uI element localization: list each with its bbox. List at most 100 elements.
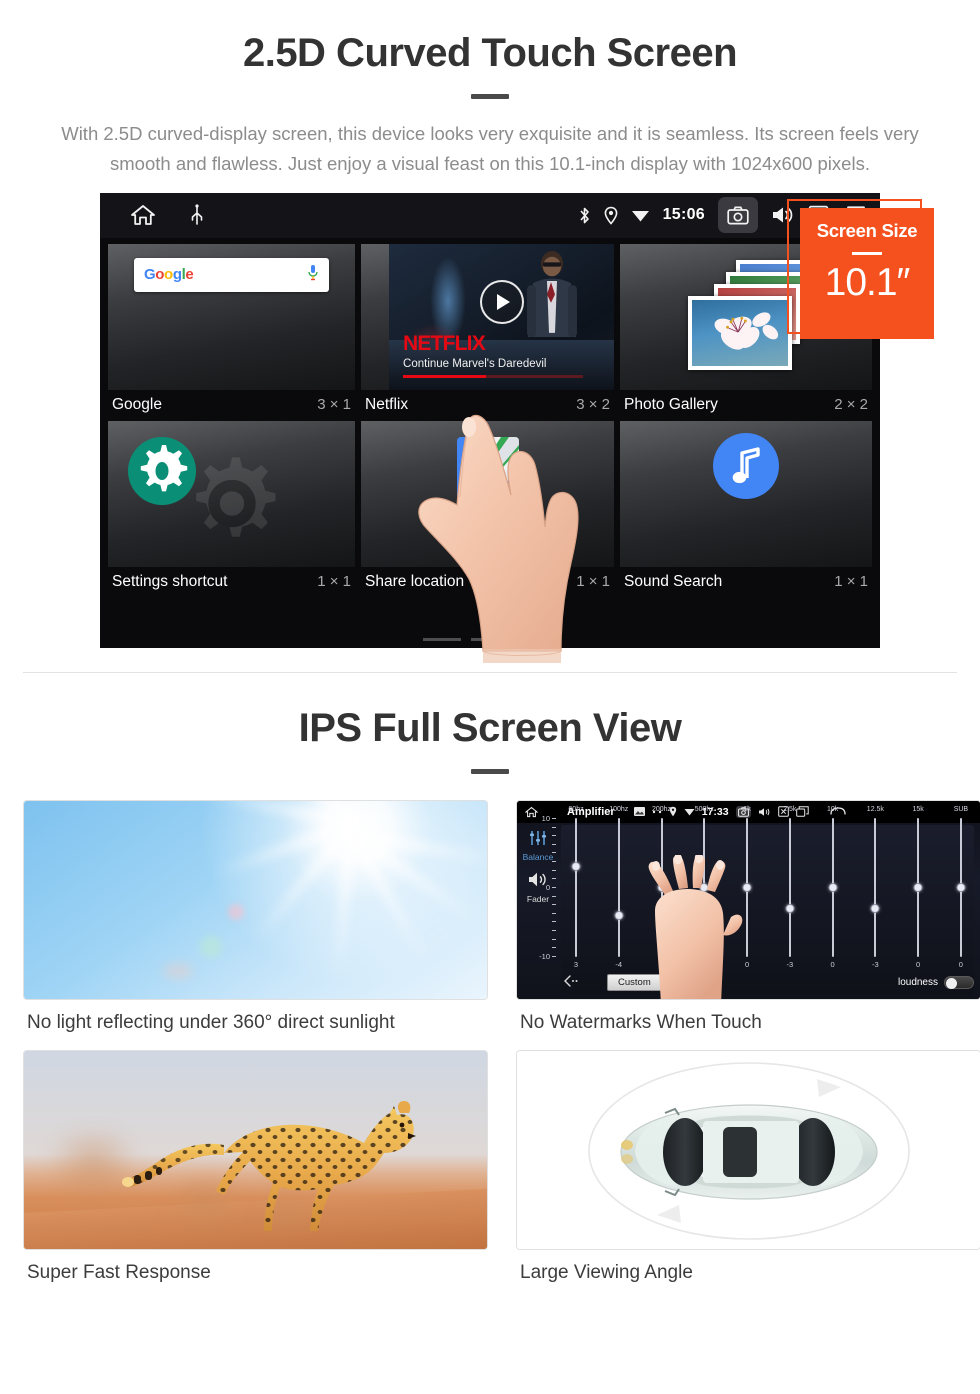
widget-label-row: Share location 1 × 1 — [361, 567, 614, 598]
bluetooth-icon[interactable] — [578, 206, 591, 225]
feature-card-row-1: No light reflecting under 360° direct su… — [23, 799, 980, 1050]
feature-card-sunlight: No light reflecting under 360° direct su… — [23, 799, 488, 1050]
usb-icon[interactable] — [190, 204, 204, 226]
amplifier-bottom-bar: Custom loudness — [563, 971, 974, 995]
widget-size: 3 × 1 — [317, 396, 352, 414]
widget-name: Google — [112, 395, 162, 413]
page-dot-3[interactable] — [519, 637, 557, 641]
scale-ticks — [551, 817, 556, 957]
cheetah-silhouette — [122, 1100, 416, 1231]
gear-icon[interactable] — [126, 435, 198, 512]
amplifier-screenshot-image: Amplifier 17:33 Balance Fader 10 0 -10 6… — [516, 799, 980, 1000]
widget-preview-google[interactable]: Google — [108, 243, 356, 390]
equalizer-slider-100hz[interactable] — [606, 817, 632, 957]
band-label: 500hz — [694, 805, 714, 813]
widget-card-google[interactable]: Google Google 3 × 1 — [108, 243, 356, 421]
svg-text:G: G — [464, 441, 481, 466]
band-label: 1k — [743, 805, 751, 813]
card-caption: Super Fast Response — [27, 1261, 211, 1283]
band-value: 3 — [573, 959, 579, 969]
slider-rail — [575, 817, 577, 957]
widget-row-2: Settings shortcut 1 × 1 G Share location… — [108, 420, 872, 598]
slider-rail — [788, 817, 791, 957]
slider-knob[interactable] — [913, 882, 923, 892]
camera-icon[interactable] — [718, 197, 758, 234]
section-two-title: IPS Full Screen View — [298, 705, 682, 750]
open-hand-illustration — [648, 854, 743, 999]
widget-card-settings-shortcut[interactable]: Settings shortcut 1 × 1 — [108, 420, 356, 598]
scale-mid: 0 — [545, 883, 550, 893]
page-dot-2[interactable] — [471, 637, 509, 641]
loudness-toggle[interactable] — [944, 976, 974, 990]
widget-card-netflix[interactable]: NETFLIX Continue Marvel's Daredevil Netf… — [361, 243, 615, 421]
slider-knob[interactable] — [956, 882, 966, 892]
slider-knob[interactable] — [785, 903, 795, 913]
wifi-icon[interactable] — [631, 207, 650, 223]
equalizer-slider-12.5k[interactable] — [862, 817, 888, 957]
widget-size: 3 × 2 — [576, 396, 611, 414]
home-icon[interactable] — [525, 806, 538, 818]
google-logo-icon: Google — [144, 266, 194, 284]
equalizer-band-labels: 60hz 100hz 200hz 500hz 1k 2.5k 10k 12.5k… — [563, 806, 974, 813]
feature-card-no-watermarks: Amplifier 17:33 Balance Fader 10 0 -10 6… — [516, 799, 980, 1050]
widget-row-1: Google Google 3 × 1 NETFLIX Continue Mar… — [108, 243, 872, 421]
feature-card-viewing-angle: Large Viewing Angle — [516, 1049, 980, 1300]
widget-size: 1 × 1 — [576, 573, 611, 591]
section-two-underline — [471, 768, 509, 774]
feature-card-fast-response: Super Fast Response — [23, 1049, 488, 1300]
widget-name: Settings shortcut — [112, 572, 228, 590]
play-icon[interactable] — [479, 280, 524, 325]
widget-name: Sound Search — [624, 572, 723, 590]
widget-label-row: Sound Search 1 × 1 — [620, 567, 872, 598]
band-value: -3 — [786, 959, 794, 969]
device-screenshot-wrapper: 15:06 Google Google 3 × 1 NETFLIX Contin… — [100, 192, 880, 663]
equalizer-sliders[interactable] — [563, 817, 974, 957]
widget-card-sound-search[interactable]: Sound Search 1 × 1 — [620, 420, 872, 598]
widget-preview-sound-search[interactable] — [620, 420, 872, 567]
ips-full-screen-section: IPS Full Screen View No light reflecting… — [0, 673, 980, 1300]
slider-knob[interactable] — [614, 910, 624, 920]
status-bar: 15:06 — [100, 192, 880, 238]
widget-label-row: Google 3 × 1 — [108, 390, 355, 421]
band-value: -3 — [872, 959, 879, 969]
slider-knob[interactable] — [828, 882, 838, 892]
slider-knob[interactable] — [870, 903, 880, 913]
location-icon[interactable] — [604, 206, 618, 225]
loudness-control[interactable]: loudness — [898, 976, 974, 990]
equalizer-slider-SUB[interactable] — [948, 817, 974, 957]
car-top-view-image — [516, 1049, 980, 1250]
widget-label-row: Settings shortcut 1 × 1 — [108, 567, 355, 598]
rotation-arrow-top — [817, 1078, 841, 1097]
widget-size: 1 × 1 — [317, 573, 352, 591]
back-chevron-icon[interactable] — [563, 974, 579, 992]
widget-size: 1 × 1 — [834, 573, 868, 591]
equalizer-slider-60hz[interactable] — [563, 817, 589, 957]
blue-sky-sunlight-image — [23, 799, 488, 1000]
microphone-icon[interactable] — [307, 264, 319, 286]
equalizer-slider-10k[interactable] — [820, 817, 846, 957]
widget-card-share-location[interactable]: G Share location 1 × 1 — [361, 420, 615, 598]
page-indicator[interactable] — [100, 637, 880, 641]
equalizer-slider-2.5k[interactable] — [777, 817, 803, 957]
car-rotation-diagram — [588, 1062, 910, 1240]
screen-size-badge: Screen Size 10.1″ — [800, 208, 934, 339]
band-value: 0 — [830, 959, 835, 969]
search-input[interactable]: Google — [134, 257, 330, 292]
equalizer-slider-15k[interactable] — [905, 817, 931, 957]
band-value: 0 — [916, 959, 921, 969]
widget-preview-netflix[interactable]: NETFLIX Continue Marvel's Daredevil — [361, 243, 615, 390]
band-value: -4 — [615, 959, 623, 969]
widget-name: Netflix — [365, 395, 409, 413]
google-maps-icon[interactable]: G — [456, 436, 519, 499]
widget-preview-settings[interactable] — [108, 420, 356, 567]
widget-preview-share-location[interactable]: G — [361, 420, 615, 567]
page-dot-1[interactable] — [423, 637, 461, 641]
home-icon[interactable] — [130, 203, 156, 227]
slider-knob[interactable] — [571, 862, 581, 872]
netflix-brand: NETFLIX — [403, 331, 486, 355]
music-note-icon[interactable] — [713, 432, 779, 499]
status-bar-clock: 15:06 — [662, 206, 705, 224]
badge-underline — [852, 252, 882, 255]
card-caption: No Watermarks When Touch — [520, 1011, 762, 1033]
badge-label: Screen Size — [816, 220, 918, 241]
